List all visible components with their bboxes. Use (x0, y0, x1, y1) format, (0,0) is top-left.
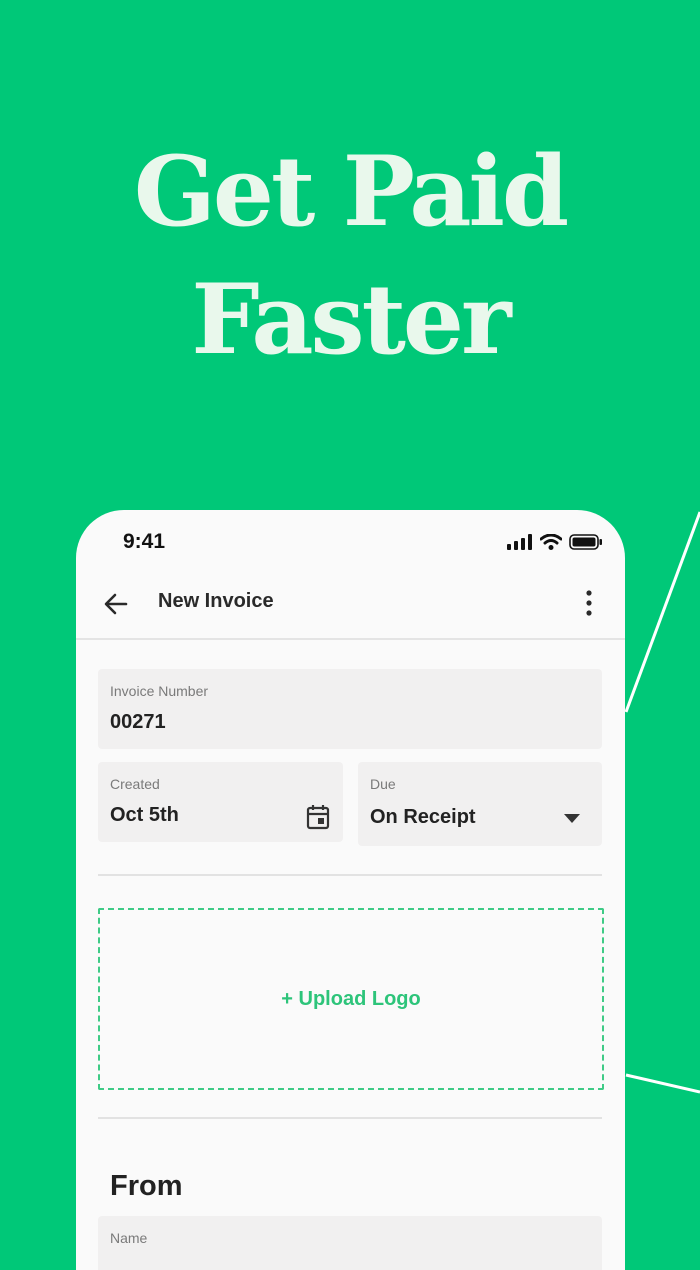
invoice-number-label: Invoice Number (110, 683, 209, 699)
hero-line-1: Get Paid (133, 135, 569, 248)
battery-icon (569, 534, 602, 550)
app-bar: New Invoice (76, 572, 625, 640)
arrow-left-icon (104, 593, 128, 615)
due-value: On Receipt (370, 806, 476, 828)
hero-headline: Get Paid Faster (0, 128, 700, 384)
due-select[interactable]: Due On Receipt (358, 762, 602, 846)
dropdown-arrow-icon (564, 814, 580, 823)
section-divider (98, 874, 602, 876)
invoice-number-field[interactable]: Invoice Number 00271 (98, 669, 602, 749)
from-section-title: From (110, 1170, 183, 1202)
more-options-button[interactable] (577, 586, 601, 620)
back-button[interactable] (100, 588, 132, 620)
upload-logo-label: + Upload Logo (281, 987, 421, 1010)
invoice-number-value: 00271 (110, 711, 166, 733)
hero-line-2: Faster (191, 263, 511, 376)
name-field[interactable]: Name (98, 1216, 602, 1270)
upload-logo-dropzone[interactable]: + Upload Logo (98, 908, 604, 1090)
created-label: Created (110, 776, 160, 792)
due-label: Due (370, 776, 396, 792)
section-divider (98, 1117, 602, 1119)
page-title: New Invoice (158, 590, 274, 612)
status-time: 9:41 (123, 530, 166, 553)
status-icons (507, 534, 603, 550)
phone-mockup: 9:41 New Invoice Invoice Number 00271 Cr… (76, 510, 625, 1270)
status-bar: 9:41 (76, 510, 625, 572)
wifi-icon (540, 534, 562, 550)
signal-icon (507, 534, 532, 550)
created-value: Oct 5th (110, 804, 179, 826)
more-vertical-icon (586, 590, 592, 616)
calendar-icon[interactable] (306, 804, 330, 830)
created-date-field[interactable]: Created Oct 5th (98, 762, 343, 842)
